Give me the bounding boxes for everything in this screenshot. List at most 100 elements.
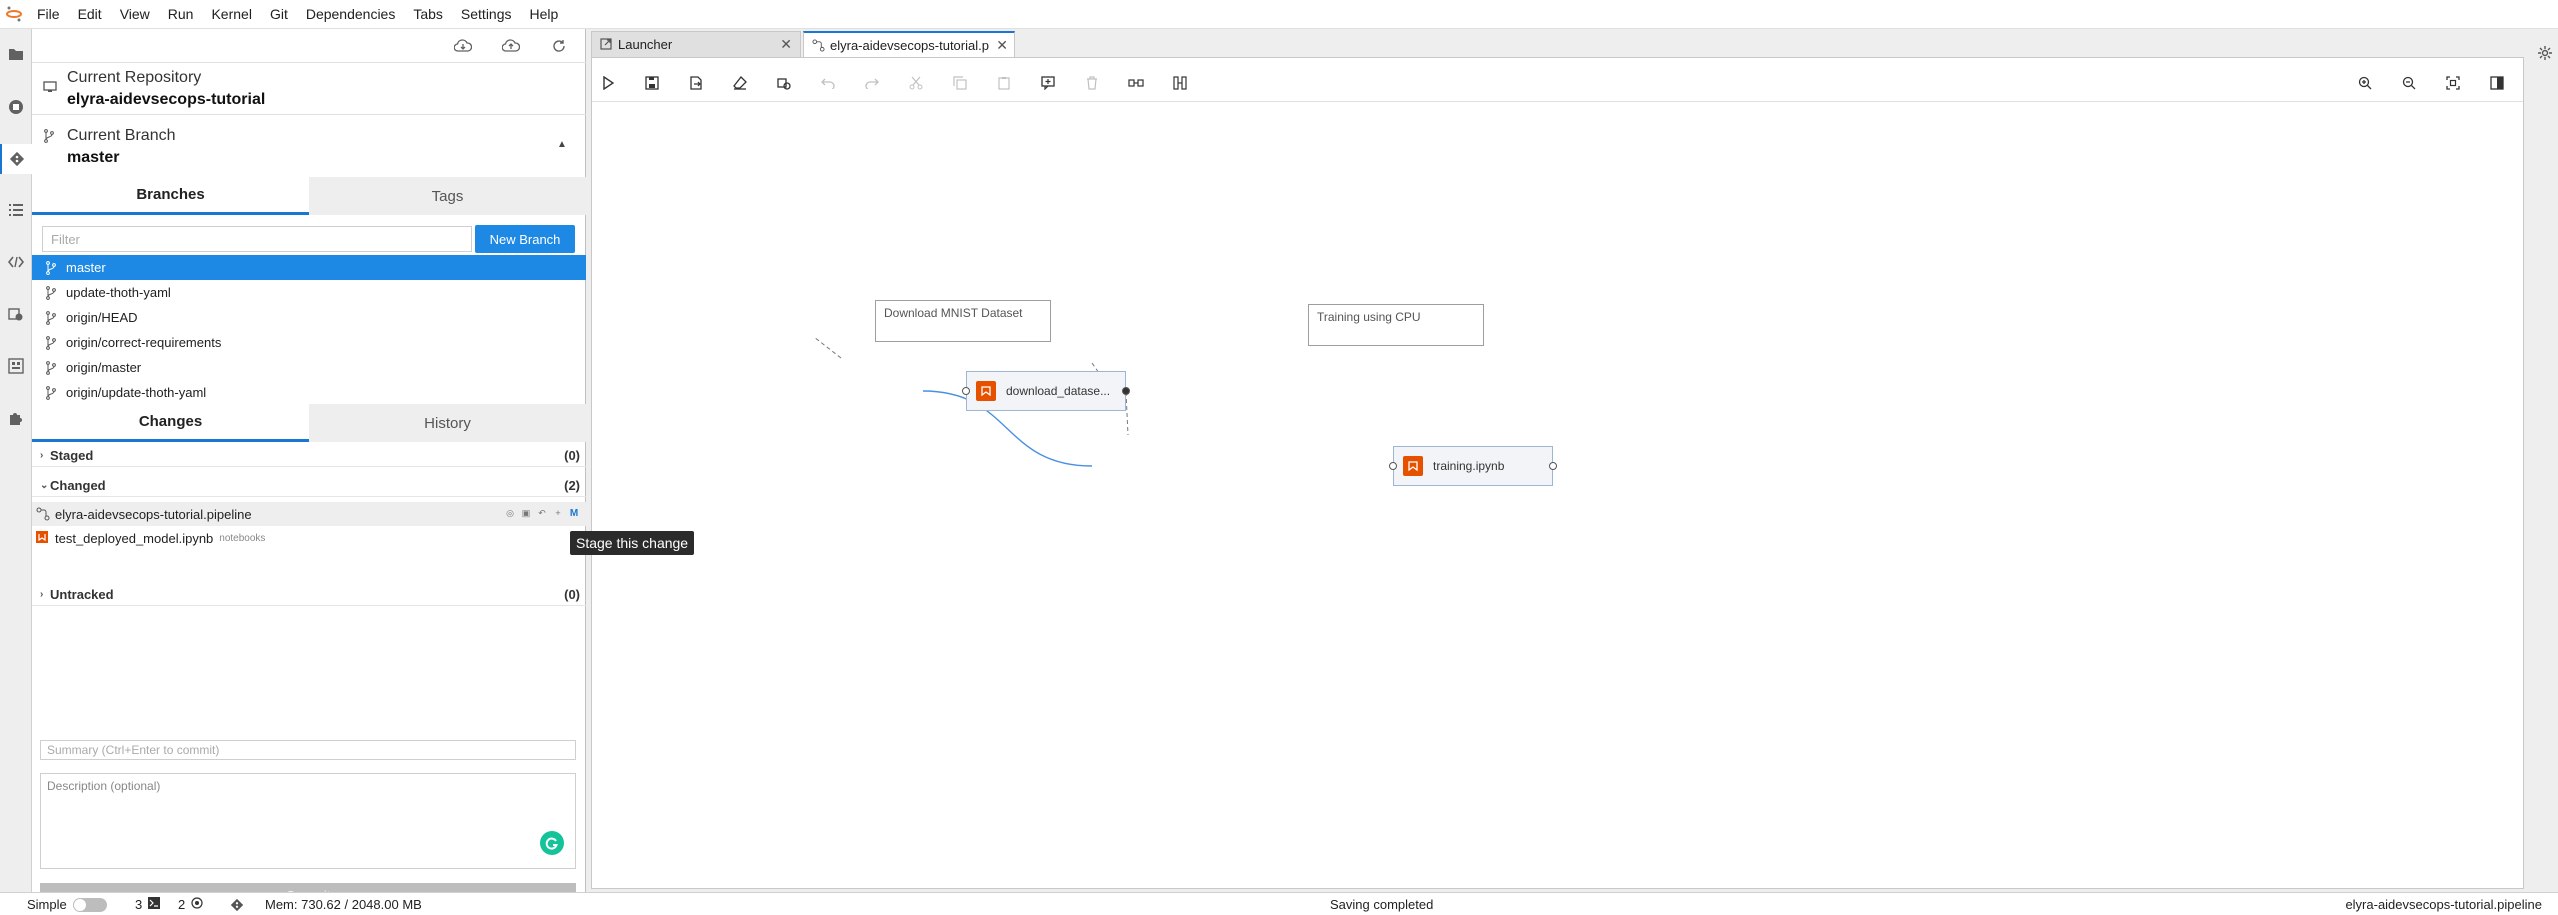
kernel-icon: [191, 897, 203, 912]
notebook-node-icon: [976, 381, 996, 401]
node-output-port[interactable]: [1122, 387, 1130, 395]
pipeline-editor: Download MNIST Dataset Training using CP…: [591, 57, 2524, 889]
code-snippets-icon[interactable]: [0, 247, 32, 277]
runtime-images-icon[interactable]: [0, 351, 32, 381]
branch-icon: [46, 285, 60, 300]
folder-icon[interactable]: [0, 39, 32, 69]
diff-icon[interactable]: ▣: [520, 506, 532, 520]
tab-launcher[interactable]: Launcher ✕: [591, 31, 801, 57]
changed-file-name: elyra-aidevsecops-tutorial.pipeline: [55, 506, 252, 522]
node-label: training.ipynb: [1433, 459, 1505, 473]
branch-name: master: [67, 149, 120, 166]
menu-run[interactable]: Run: [159, 0, 203, 29]
menu-help[interactable]: Help: [521, 0, 568, 29]
comment-download-mnist[interactable]: Download MNIST Dataset: [875, 300, 1051, 342]
push-icon[interactable]: [500, 35, 522, 57]
node-download-dataset[interactable]: download_datase...: [966, 371, 1126, 411]
current-repository: Current Repository elyra-aidevsecops-tut…: [32, 63, 586, 115]
node-input-port[interactable]: [962, 387, 970, 395]
branch-list: master update-thoth-yaml origin/HEAD ori…: [32, 255, 586, 405]
changed-file-row[interactable]: elyra-aidevsecops-tutorial.pipeline ◎ ▣ …: [32, 502, 586, 526]
branch-icon: [46, 260, 60, 275]
git-toolbar: [32, 29, 586, 63]
changed-file-row[interactable]: test_deployed_model.ipynb notebooks: [32, 526, 586, 550]
menu-kernel[interactable]: Kernel: [202, 0, 260, 29]
menu-tabs[interactable]: Tabs: [404, 0, 452, 29]
untracked-label: Untracked: [50, 587, 114, 602]
property-inspector-gear-icon[interactable]: [2537, 45, 2553, 66]
file-actions: ◎ ▣ ↶ + M: [504, 506, 580, 520]
refresh-icon[interactable]: [548, 35, 570, 57]
branch-item-label: update-thoth-yaml: [66, 285, 171, 300]
git-panel: Current Repository elyra-aidevsecops-tut…: [32, 29, 586, 907]
branch-item-origin-update-thoth-yaml[interactable]: origin/update-thoth-yaml: [32, 380, 586, 405]
comment-link: [1125, 391, 1129, 436]
grammarly-icon[interactable]: [540, 831, 564, 855]
tab-changes[interactable]: Changes: [32, 404, 309, 442]
comment-training-cpu[interactable]: Training using CPU: [1308, 304, 1484, 346]
git-icon[interactable]: [0, 144, 32, 174]
desktop-icon: [43, 80, 57, 98]
staged-section-header[interactable]: › Staged (0): [32, 445, 586, 467]
repo-label: Current Repository: [67, 69, 202, 86]
menu-file[interactable]: File: [28, 0, 69, 29]
staged-count: (0): [564, 448, 580, 463]
status-message: Saving completed: [1330, 897, 1434, 912]
changed-file-path: notebooks: [219, 532, 266, 544]
changed-section-header[interactable]: ⌄ Changed (2): [32, 475, 586, 497]
discard-icon[interactable]: ↶: [536, 506, 548, 520]
branch-icon: [46, 310, 60, 325]
menu-view[interactable]: View: [111, 0, 159, 29]
kernel-count[interactable]: 2: [178, 893, 203, 915]
menu-edit[interactable]: Edit: [69, 0, 111, 29]
jupyter-logo-icon: [0, 0, 28, 29]
pull-icon[interactable]: [452, 35, 474, 57]
table-of-contents-icon[interactable]: [0, 195, 32, 225]
simple-mode[interactable]: Simple: [27, 893, 107, 915]
git-status-icon[interactable]: [230, 893, 244, 915]
branch-item-origin-correct-requirements[interactable]: origin/correct-requirements: [32, 330, 586, 355]
branch-item-update-thoth-yaml[interactable]: update-thoth-yaml: [32, 280, 586, 305]
staged-label: Staged: [50, 448, 94, 463]
commit-description-input[interactable]: [40, 773, 576, 869]
tab-tags[interactable]: Tags: [309, 177, 586, 215]
caret-up-icon[interactable]: ▲: [557, 139, 567, 150]
commit-summary-input[interactable]: [40, 740, 576, 760]
menu-settings[interactable]: Settings: [452, 0, 521, 29]
status-bar: Simple 3 2 Mem: 730.62 / 2048.00 MB Savi…: [0, 892, 2558, 915]
tab-branches[interactable]: Branches: [32, 177, 309, 215]
tab-history[interactable]: History: [309, 404, 586, 442]
tab-label: Launcher: [618, 37, 673, 52]
branch-item-origin-head[interactable]: origin/HEAD: [32, 305, 586, 330]
new-branch-button[interactable]: New Branch: [475, 225, 575, 253]
node-training[interactable]: training.ipynb: [1393, 446, 1553, 486]
close-icon[interactable]: ✕: [780, 36, 792, 53]
changed-file-name: test_deployed_model.ipynb: [55, 530, 214, 546]
menu-dependencies[interactable]: Dependencies: [297, 0, 405, 29]
branch-icon: [46, 385, 60, 400]
extension-puzzle-icon[interactable]: [0, 403, 32, 433]
caret-right-icon: ›: [40, 450, 44, 461]
branch-filter-input[interactable]: [42, 226, 472, 252]
caret-right-icon: ›: [40, 589, 44, 600]
memory-usage: Mem: 730.62 / 2048.00 MB: [265, 897, 422, 912]
simple-mode-toggle[interactable]: [72, 897, 107, 912]
menu-git[interactable]: Git: [261, 0, 297, 29]
stage-plus-icon[interactable]: +: [552, 506, 564, 520]
branch-item-label: origin/correct-requirements: [66, 335, 222, 350]
launcher-icon: [600, 38, 613, 51]
tab-pipeline[interactable]: elyra-aidevsecops-tutorial.p ✕: [803, 31, 1015, 57]
branch-item-origin-master[interactable]: origin/master: [32, 355, 586, 380]
runtimes-icon[interactable]: [0, 299, 32, 329]
close-icon[interactable]: ✕: [996, 37, 1008, 54]
branch-item-master[interactable]: master: [32, 255, 586, 280]
document-tab-bar: Launcher ✕ elyra-aidevsecops-tutorial.p …: [591, 31, 2553, 57]
node-output-port[interactable]: [1549, 462, 1557, 470]
running-stop-icon[interactable]: [0, 92, 32, 122]
terminal-count[interactable]: 3: [135, 893, 161, 915]
untracked-section-header[interactable]: › Untracked (0): [32, 584, 586, 606]
open-file-icon[interactable]: ◎: [504, 506, 516, 520]
node-label: download_datase...: [1006, 384, 1111, 398]
pipeline-file-icon: [812, 38, 825, 52]
node-input-port[interactable]: [1389, 462, 1397, 470]
